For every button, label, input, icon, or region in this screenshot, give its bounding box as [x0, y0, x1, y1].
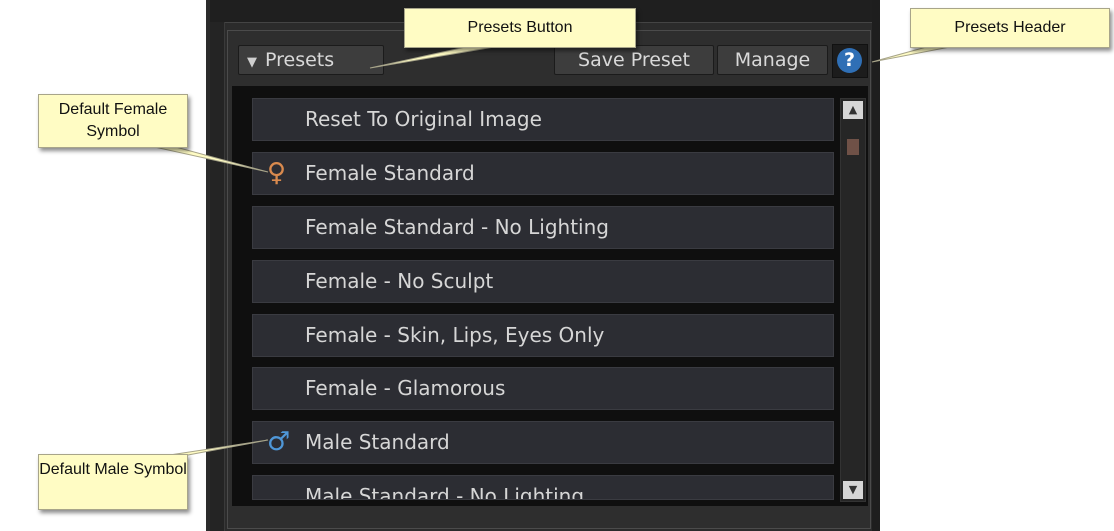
callout-presets-button: Presets Button	[404, 8, 636, 48]
callout-default-female-symbol: Default Female Symbol	[38, 94, 188, 148]
callout-default-male-symbol: Default Male Symbol	[38, 454, 188, 510]
callout-pointers	[149, 45, 956, 459]
callout-presets-header: Presets Header	[910, 8, 1110, 48]
